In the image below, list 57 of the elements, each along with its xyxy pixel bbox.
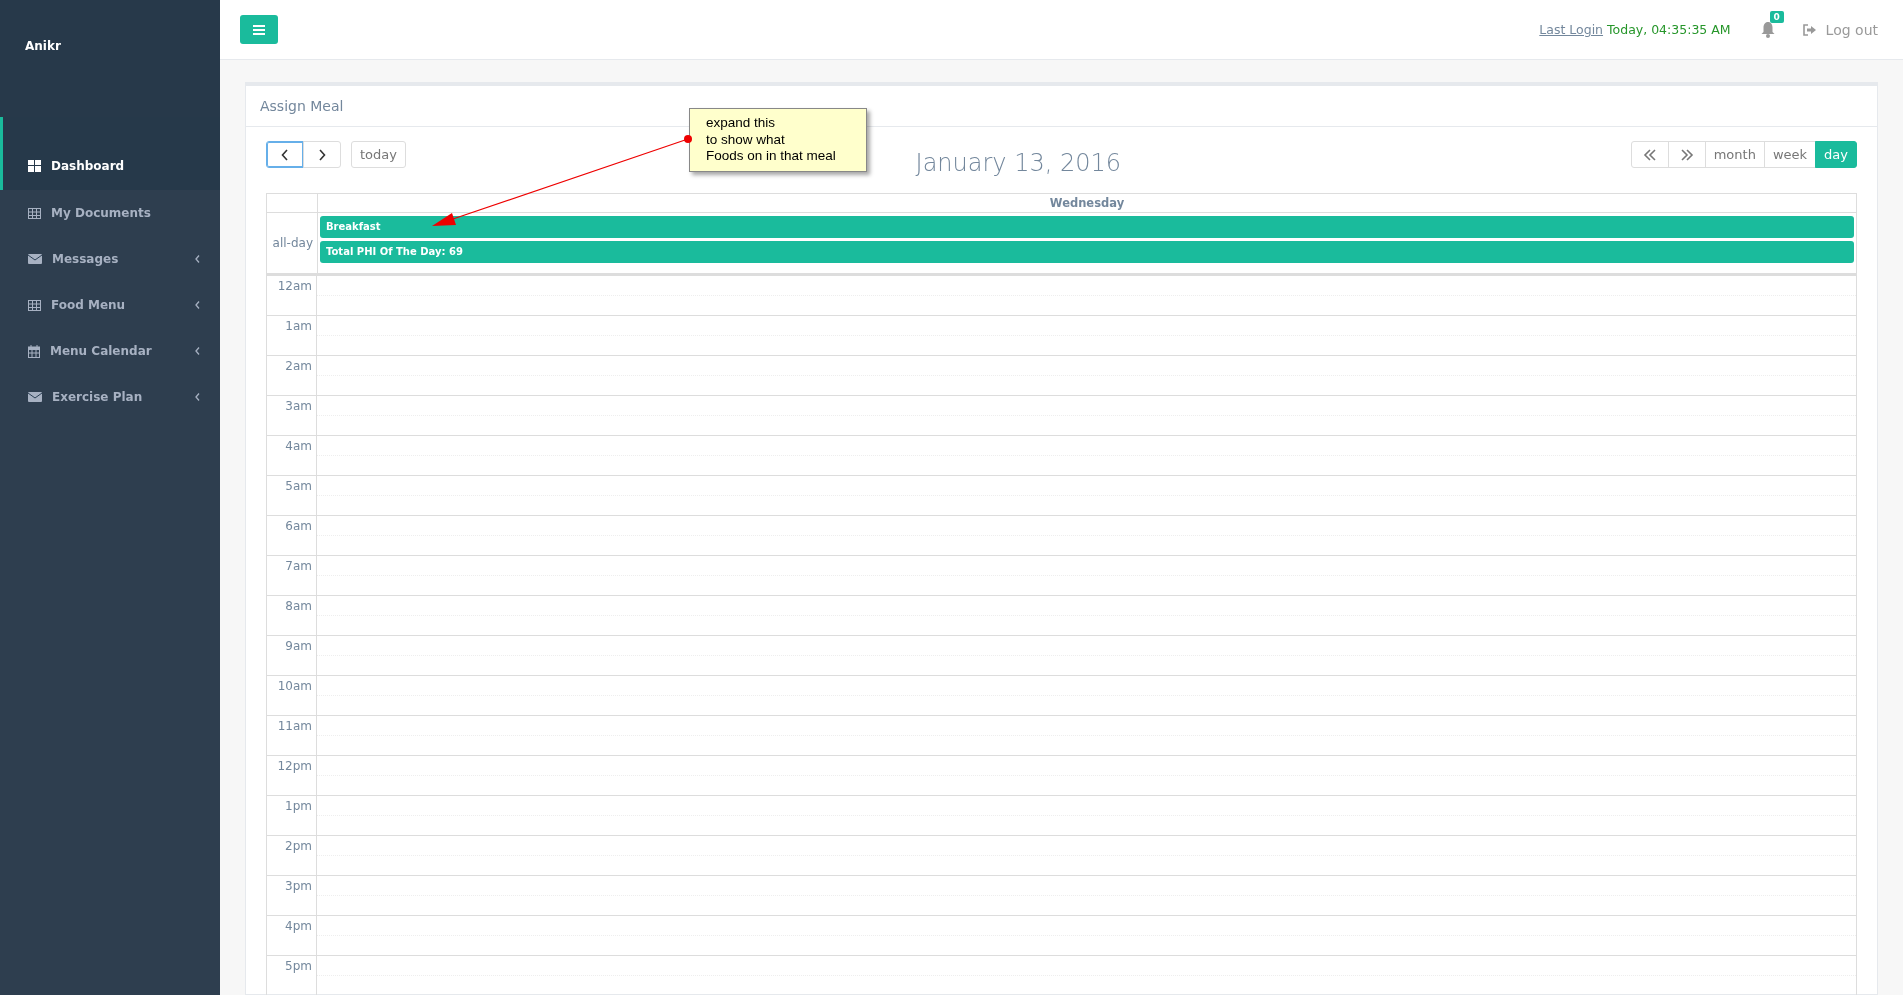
time-label: 11am <box>277 719 312 733</box>
bell-icon[interactable] <box>1760 20 1775 38</box>
menu-icon <box>253 24 265 35</box>
time-label: 1pm <box>285 799 312 813</box>
time-label: 3am <box>285 399 312 413</box>
table-icon <box>28 299 41 311</box>
chevron-left-icon <box>281 148 289 161</box>
time-label: 12pm <box>277 759 312 773</box>
time-label: 12am <box>277 279 312 293</box>
view-tab[interactable]: week <box>1763 141 1817 168</box>
sidebar-item[interactable]: Exercise Plan <box>0 374 220 420</box>
time-label: 2am <box>285 359 312 373</box>
time-label: 3pm <box>285 879 312 893</box>
sidebar-item[interactable]: My Documents <box>0 190 220 236</box>
calendar-event[interactable]: Breakfast <box>320 216 1854 238</box>
view-tab[interactable]: day <box>1815 141 1857 168</box>
callout-note: expand this to show what Foods on in that meal <box>689 108 867 172</box>
last-login-time: Today, 04:35:35 AM <box>1607 22 1731 37</box>
calendar-title: January 13, 2016 <box>915 149 1122 177</box>
time-label: 9am <box>285 639 312 653</box>
notification-count: 0 <box>1769 10 1784 23</box>
time-label: 4am <box>285 439 312 453</box>
today-button[interactable]: today <box>351 141 406 168</box>
view-tab[interactable]: month <box>1704 141 1765 168</box>
time-label: 5pm <box>285 959 312 973</box>
envelope-icon <box>28 392 42 402</box>
time-label: 5am <box>285 479 312 493</box>
time-label: 7am <box>285 559 312 573</box>
sidebar-item[interactable]: Messages <box>0 236 220 282</box>
time-label: 1am <box>285 319 312 333</box>
envelope-icon <box>28 254 42 264</box>
sidebar-item[interactable]: Menu Calendar <box>0 328 220 374</box>
sidebar-item[interactable]: Food Menu <box>0 282 220 328</box>
brand-name[interactable]: Anikr <box>25 39 61 53</box>
last-login-link[interactable]: Last Login <box>1539 22 1604 37</box>
previous-year-button[interactable] <box>1630 141 1669 168</box>
calendar-icon <box>28 344 40 358</box>
time-label: 8am <box>285 599 312 613</box>
logout-icon <box>1802 23 1816 36</box>
double-chevron-left-icon <box>1642 148 1657 161</box>
double-chevron-right-icon <box>1679 148 1694 161</box>
calendar-event[interactable]: Total PHI Of The Day: 69 <box>320 241 1854 263</box>
menu-button[interactable] <box>240 15 278 44</box>
day-header: Wednesday <box>1049 196 1125 210</box>
time-label: 2pm <box>285 839 312 853</box>
logout-link[interactable]: Log out <box>1802 21 1878 38</box>
time-label: 4pm <box>285 919 312 933</box>
next-button[interactable] <box>303 141 341 168</box>
table-icon <box>28 207 41 219</box>
dashboard-icon <box>28 160 41 172</box>
all-day-label: all-day <box>272 236 313 250</box>
previous-button[interactable] <box>266 141 304 168</box>
chevron-right-icon <box>318 148 326 161</box>
time-label: 6am <box>285 519 312 533</box>
next-year-button[interactable] <box>1667 141 1706 168</box>
time-label: 10am <box>277 679 312 693</box>
sidebar-item[interactable]: Dashboard <box>0 117 220 190</box>
